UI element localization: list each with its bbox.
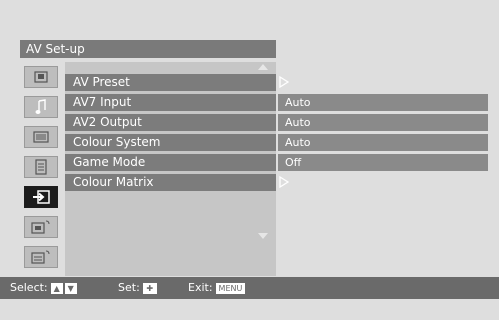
menu-item-colour-system[interactable]: Colour System xyxy=(65,134,276,151)
sound-music-note-icon[interactable] xyxy=(24,96,58,118)
picture-icon[interactable] xyxy=(24,66,58,88)
set-label: Set: xyxy=(118,281,140,294)
menu-item-label: Colour System xyxy=(73,135,161,149)
menu-item-colour-matrix[interactable]: Colour Matrix xyxy=(65,174,276,191)
setting-value[interactable]: Off xyxy=(278,154,488,171)
menu-icon-column xyxy=(20,62,64,276)
exit-label: Exit: xyxy=(188,281,213,294)
select-hint: Select: ▲ ▼ xyxy=(10,277,77,299)
submenu-arrow-icon xyxy=(279,176,289,188)
exit-hint: Exit: MENU xyxy=(188,277,246,299)
menu-item-av2-output[interactable]: AV2 Output xyxy=(65,114,276,131)
up-arrow-key-icon: ▲ xyxy=(50,282,63,294)
set-key-icon: ✚ xyxy=(142,282,157,294)
tv-menu-screen: AV Set-up AV Preset AV7 Input Auto AV2 O… xyxy=(0,0,499,320)
submenu-arrow-icon xyxy=(279,76,289,88)
pc-setup-icon[interactable] xyxy=(24,216,58,238)
menu-item-av7-input[interactable]: AV7 Input xyxy=(65,94,276,111)
menu-item-av-preset[interactable]: AV Preset xyxy=(65,74,276,91)
menu-item-label: Colour Matrix xyxy=(73,175,154,189)
screen-icon[interactable] xyxy=(24,126,58,148)
settings-setup-icon[interactable] xyxy=(24,246,58,268)
menu-item-label: AV Preset xyxy=(73,75,130,89)
setting-value[interactable]: Auto xyxy=(278,134,488,151)
setting-value[interactable]: Auto xyxy=(278,114,488,131)
features-list-icon[interactable] xyxy=(24,156,58,178)
select-label: Select: xyxy=(10,281,48,294)
scroll-up-icon[interactable] xyxy=(258,64,268,70)
menu-item-label: Game Mode xyxy=(73,155,146,169)
menu-item-label: AV7 Input xyxy=(73,95,132,109)
menu-item-game-mode[interactable]: Game Mode xyxy=(65,154,276,171)
set-hint: Set: ✚ xyxy=(118,277,157,299)
scroll-down-icon[interactable] xyxy=(258,233,268,239)
av-setup-input-icon[interactable] xyxy=(24,186,58,208)
menu-key-icon: MENU xyxy=(215,282,246,294)
setting-value[interactable]: Auto xyxy=(278,94,488,111)
status-bar: Select: ▲ ▼ Set: ✚ Exit: MENU xyxy=(0,277,499,299)
menu-title: AV Set-up xyxy=(20,40,276,58)
down-arrow-key-icon: ▼ xyxy=(64,282,77,294)
menu-item-label: AV2 Output xyxy=(73,115,142,129)
